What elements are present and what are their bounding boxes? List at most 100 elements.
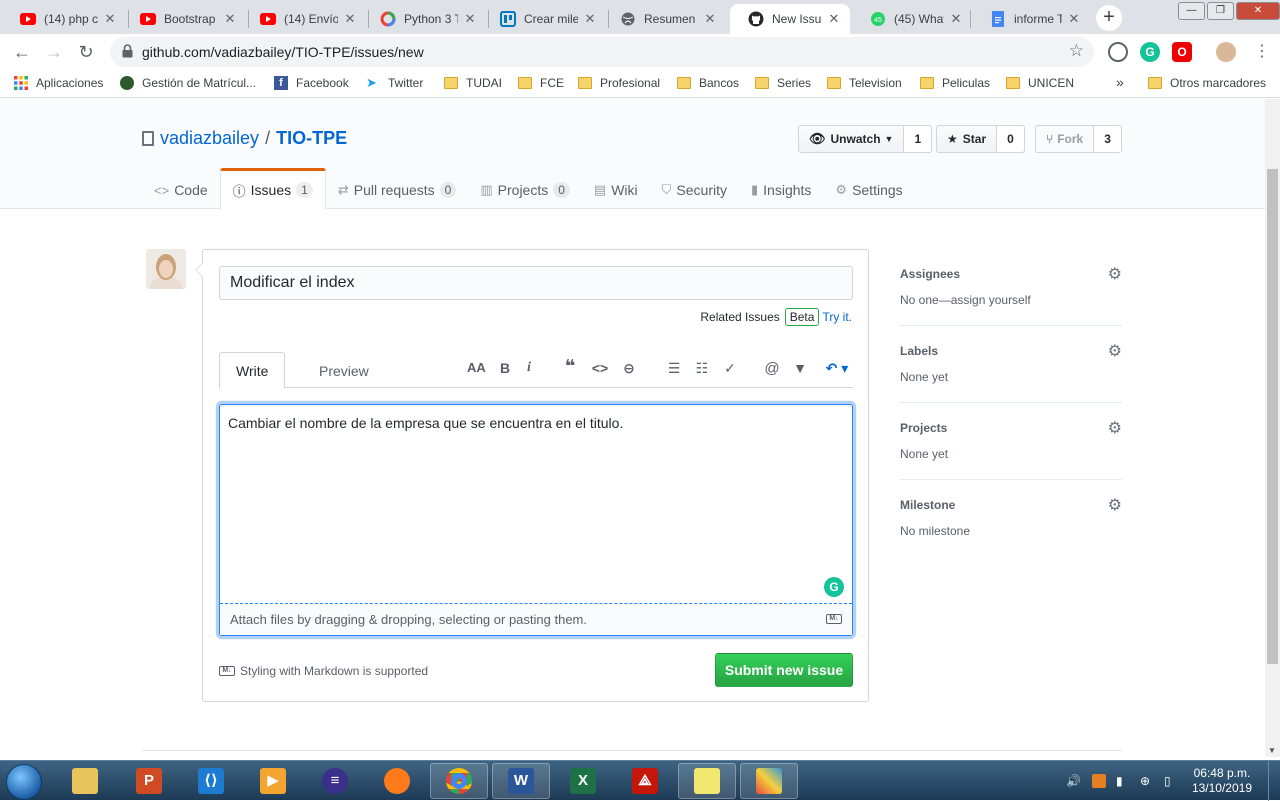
gear-icon[interactable]: ⚙: [1108, 495, 1122, 515]
browser-tab-active[interactable]: New Issue✕: [730, 4, 850, 34]
chrome-taskbar-button[interactable]: [430, 763, 488, 799]
bookmark-folder[interactable]: FCE: [518, 76, 564, 90]
bookmark-item[interactable]: ➤ Twitter: [366, 76, 423, 90]
avatar[interactable]: [146, 249, 186, 289]
tab-wiki[interactable]: ▤ Wiki: [582, 168, 650, 209]
sticky-notes-taskbar-button[interactable]: [678, 763, 736, 799]
scrollbar-thumb[interactable]: [1267, 169, 1278, 664]
grammarly-icon[interactable]: G: [824, 577, 844, 597]
bold-icon[interactable]: B: [496, 360, 514, 376]
snipping-tool-taskbar-button[interactable]: [740, 763, 798, 799]
show-desktop-button[interactable]: [1268, 761, 1280, 801]
explorer-taskbar-button[interactable]: [56, 763, 114, 799]
browser-tab[interactable]: Crear mile ✕: [482, 4, 606, 34]
powerpoint-taskbar-button[interactable]: P: [120, 763, 178, 799]
close-tab-icon[interactable]: ✕: [826, 11, 842, 27]
fork-button[interactable]: ⑂ Fork: [1035, 125, 1095, 153]
close-tab-icon[interactable]: ✕: [222, 11, 238, 27]
eclipse-taskbar-button[interactable]: ≡: [306, 763, 364, 799]
browser-tab[interactable]: (14) Envío ✕: [242, 4, 366, 34]
issue-body-textarea[interactable]: [220, 405, 852, 603]
tab-projects[interactable]: ▥ Projects 0: [468, 168, 582, 209]
star-count[interactable]: 0: [997, 125, 1025, 153]
media-player-taskbar-button[interactable]: ▶: [244, 763, 302, 799]
acrobat-taskbar-button[interactable]: ⟁: [616, 763, 674, 799]
bookmark-folder[interactable]: Bancos: [677, 76, 739, 90]
tab-code[interactable]: <> Code: [142, 168, 220, 209]
quote-icon[interactable]: ❝: [561, 356, 579, 377]
browser-tab[interactable]: Python 3 T ✕: [362, 4, 486, 34]
address-bar[interactable]: github.com/vadiazbailey/TIO-TPE/issues/n…: [110, 37, 1094, 67]
network-signal-icon[interactable]: ▮: [1116, 774, 1130, 788]
close-tab-icon[interactable]: ✕: [702, 11, 718, 27]
tab-issues[interactable]: ⓘ Issues 1: [219, 168, 326, 210]
italic-icon[interactable]: i: [520, 360, 538, 376]
bookmark-folder[interactable]: Peliculas: [920, 76, 990, 90]
watch-count[interactable]: 1: [904, 125, 933, 153]
bookmark-folder[interactable]: Television: [827, 76, 902, 90]
code-icon[interactable]: <>: [591, 360, 609, 376]
window-close-button[interactable]: ✕: [1236, 2, 1280, 20]
repo-owner-link[interactable]: vadiazbailey: [160, 128, 259, 149]
submit-new-issue-button[interactable]: Submit new issue: [715, 653, 853, 687]
forward-arrow-icon[interactable]: →: [42, 40, 66, 64]
bookmark-star-icon[interactable]: ☆: [1069, 41, 1084, 61]
assign-yourself-link[interactable]: No one—assign yourself: [900, 293, 1031, 307]
gear-icon[interactable]: ⚙: [1108, 418, 1122, 438]
markdown-note[interactable]: M↓ Styling with Markdown is supported: [219, 664, 428, 678]
vscode-taskbar-button[interactable]: ⟨⟩: [182, 763, 240, 799]
gear-icon[interactable]: ⚙: [1108, 264, 1122, 284]
firefox-taskbar-button[interactable]: [368, 763, 426, 799]
gear-icon[interactable]: ⚙: [1108, 341, 1122, 361]
profile-avatar-icon[interactable]: [1216, 42, 1236, 62]
numbered-list-icon[interactable]: ☷: [693, 360, 711, 377]
link-icon[interactable]: ⊖: [620, 360, 638, 377]
bookmark-item[interactable]: f Facebook: [274, 76, 349, 90]
bookmark-folder[interactable]: Series: [755, 76, 811, 90]
file-attach-dropzone[interactable]: Attach files by dragging & dropping, sel…: [220, 603, 852, 635]
close-tab-icon[interactable]: ✕: [1066, 11, 1082, 27]
bookmarks-overflow-button[interactable]: »: [1116, 74, 1124, 90]
mention-icon[interactable]: @: [763, 360, 781, 377]
back-arrow-icon[interactable]: ←: [10, 40, 34, 64]
browser-tab[interactable]: informe TI✕: [972, 4, 1090, 34]
bookmark-item[interactable]: Gestión de Matrícul...: [120, 76, 256, 90]
opera-vpn-icon[interactable]: O: [1172, 42, 1192, 62]
text-size-icon[interactable]: AA: [467, 360, 486, 375]
bookmark-folder[interactable]: UNICEN: [1006, 76, 1074, 90]
bookmark-folder[interactable]: TUDAI: [444, 76, 502, 90]
start-button[interactable]: [6, 764, 42, 800]
bookmark-item[interactable]: Aplicaciones: [14, 76, 103, 90]
close-tab-icon[interactable]: ✕: [582, 11, 598, 27]
close-tab-icon[interactable]: ✕: [102, 11, 118, 27]
tab-preview[interactable]: Preview: [303, 352, 385, 389]
try-it-link[interactable]: Try it.: [822, 310, 852, 324]
browser-tab[interactable]: 45 (45) What ✕: [852, 4, 972, 34]
tray-app-icon[interactable]: [1092, 774, 1106, 788]
close-tab-icon[interactable]: ✕: [948, 11, 964, 27]
reload-icon[interactable]: ↻: [74, 40, 98, 64]
tab-write[interactable]: Write: [219, 352, 286, 389]
bulleted-list-icon[interactable]: ☰: [665, 360, 683, 377]
repo-name-link[interactable]: TIO-TPE: [276, 128, 347, 149]
tab-security[interactable]: ⛉ Security: [650, 168, 739, 209]
volume-icon[interactable]: 🔊: [1066, 774, 1081, 788]
close-tab-icon[interactable]: ✕: [462, 11, 478, 27]
battery-icon[interactable]: ▯: [1164, 774, 1178, 788]
new-tab-button[interactable]: +: [1096, 5, 1122, 31]
menu-kebab-icon[interactable]: ⋮: [1250, 40, 1274, 64]
close-tab-icon[interactable]: ✕: [342, 11, 358, 27]
fork-count[interactable]: 3: [1094, 125, 1122, 153]
tab-settings[interactable]: ⚙ Settings: [823, 168, 914, 209]
extension-icon[interactable]: [1108, 42, 1128, 62]
network-icon[interactable]: ⊕: [1140, 774, 1154, 788]
word-taskbar-button[interactable]: W: [492, 763, 550, 799]
grammarly-extension-icon[interactable]: G: [1140, 42, 1160, 62]
browser-tab[interactable]: (14) php c ✕: [2, 4, 126, 34]
issue-title-input[interactable]: [219, 266, 853, 300]
reply-dropdown-icon[interactable]: ↶ ▾: [823, 360, 851, 377]
unwatch-button[interactable]: 👁 Unwatch ▼: [798, 125, 905, 153]
tab-pull-requests[interactable]: ⇄ Pull requests 0: [326, 168, 469, 209]
minimize-button[interactable]: —: [1178, 2, 1205, 20]
maximize-button[interactable]: ❐: [1207, 2, 1234, 20]
